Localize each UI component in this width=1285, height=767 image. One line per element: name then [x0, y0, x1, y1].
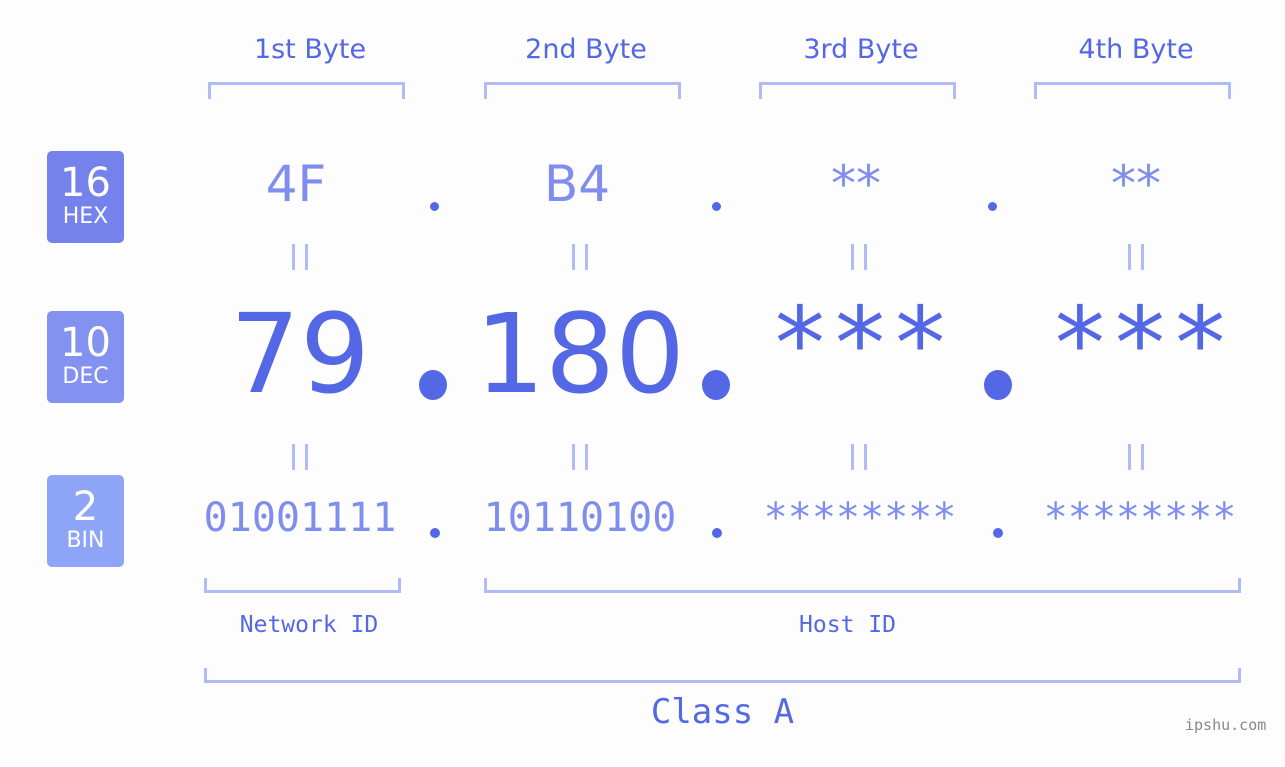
byte-header-2: 2nd Byte [525, 34, 647, 65]
bin-value-2: 10110100 [483, 495, 677, 541]
dec-dot-3 [984, 370, 1012, 400]
dec-value-1: 79 [230, 290, 370, 418]
dec-value-3: *** [769, 285, 951, 402]
bin-badge-number: 2 [72, 484, 99, 530]
dec-dot-2 [702, 370, 730, 400]
dec-badge-number: 10 [60, 320, 111, 366]
byte-bracket-4 [1034, 82, 1231, 99]
bin-dot-2 [712, 528, 722, 538]
equals-dec-bin-3 [839, 440, 879, 478]
equals-hex-dec-4 [1116, 240, 1156, 278]
hex-dot-3 [988, 202, 997, 211]
equals-dec-bin-1 [280, 440, 320, 478]
bin-dot-3 [993, 528, 1003, 538]
dec-badge: 10 DEC [47, 311, 124, 403]
hex-badge-number: 16 [60, 160, 111, 206]
bin-badge-label: BIN [66, 528, 105, 553]
dec-value-4: *** [1049, 285, 1231, 402]
class-label: Class A [650, 692, 795, 732]
hex-badge-label: HEX [62, 204, 109, 229]
bin-value-4: ******** [1043, 495, 1237, 541]
bin-badge: 2 BIN [47, 475, 124, 567]
class-bracket [204, 668, 1241, 683]
hex-value-4: ** [1111, 155, 1161, 213]
host-bracket [484, 578, 1241, 593]
hex-dot-2 [712, 202, 721, 211]
bin-value-1: 01001111 [203, 495, 397, 541]
dec-badge-label: DEC [62, 364, 109, 389]
byte-header-3: 3rd Byte [803, 34, 919, 65]
hex-value-2: B4 [543, 155, 611, 213]
hex-value-1: 4F [265, 155, 327, 213]
equals-hex-dec-3 [839, 240, 879, 278]
brand-watermark: ipshu.com [1185, 716, 1267, 734]
dec-value-2: 180 [475, 290, 685, 418]
network-id-label: Network ID [239, 612, 379, 638]
byte-bracket-2 [484, 82, 681, 99]
equals-dec-bin-2 [560, 440, 600, 478]
hex-dot-1 [430, 202, 439, 211]
host-id-label: Host ID [799, 612, 896, 638]
byte-header-4: 4th Byte [1078, 34, 1194, 65]
network-bracket [204, 578, 401, 593]
equals-dec-bin-4 [1116, 440, 1156, 478]
equals-hex-dec-2 [560, 240, 600, 278]
hex-badge: 16 HEX [47, 151, 124, 243]
bin-value-3: ******** [763, 495, 957, 541]
dec-dot-1 [419, 370, 447, 400]
byte-header-1: 1st Byte [253, 34, 367, 65]
byte-bracket-1 [208, 82, 405, 99]
byte-bracket-3 [759, 82, 956, 99]
bin-dot-1 [430, 528, 440, 538]
hex-value-3: ** [831, 155, 881, 213]
equals-hex-dec-1 [280, 240, 320, 278]
